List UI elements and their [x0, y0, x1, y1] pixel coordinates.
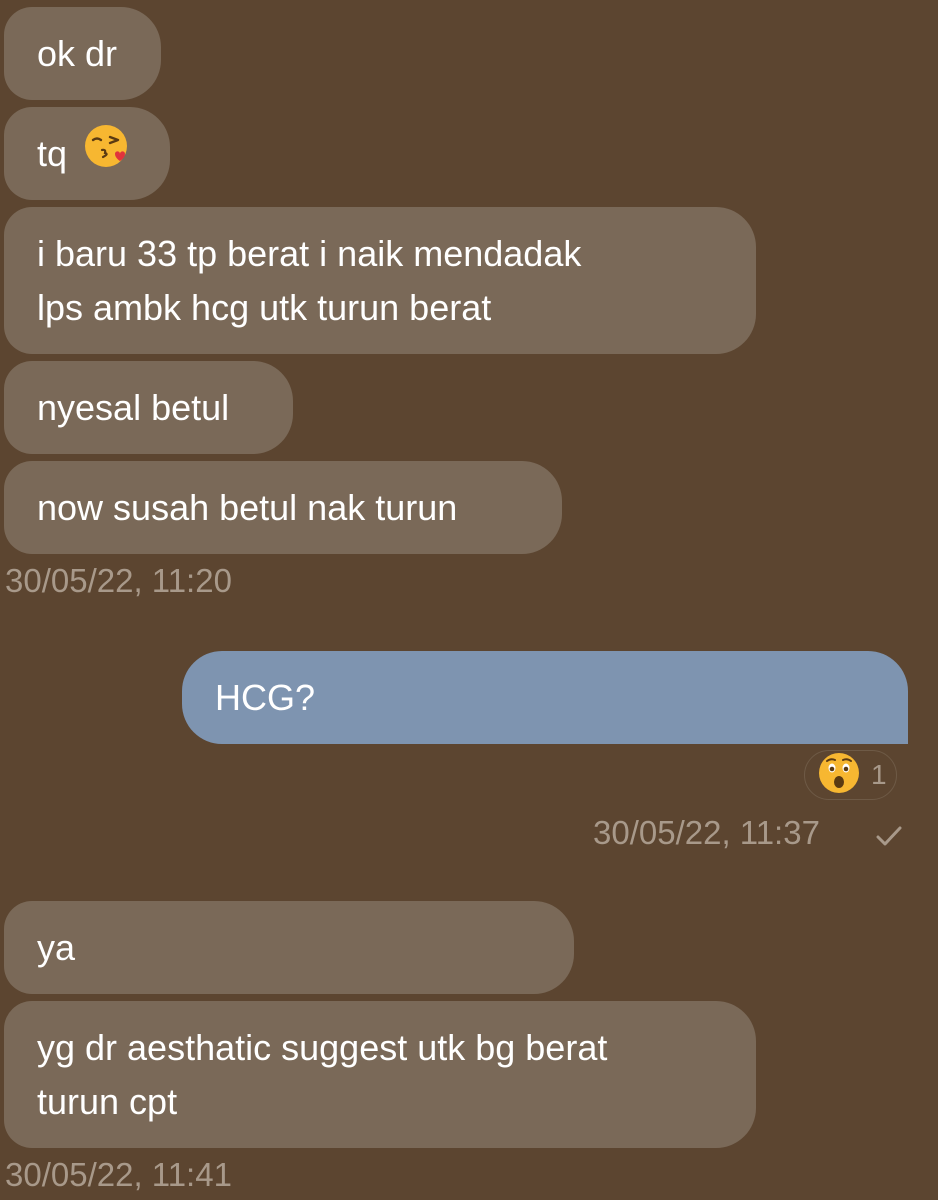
message-bubble[interactable]: ok dr — [4, 7, 161, 100]
message-timestamp: 30/05/22, 11:41 — [5, 1156, 232, 1193]
astonished-face-icon — [817, 751, 861, 800]
message-bubble[interactable]: i baru 33 tp berat i naik mendadak lps a… — [4, 207, 756, 354]
reaction-badge[interactable]: 1 — [804, 750, 897, 800]
message-timestamp: 30/05/22, 11:37 — [593, 814, 820, 851]
message-bubble[interactable]: tq — [4, 107, 170, 200]
message-bubble[interactable]: now susah betul nak turun — [4, 461, 562, 554]
message-bubble[interactable]: yg dr aesthatic suggest utk bg berat tur… — [4, 1001, 756, 1148]
message-text-line: lps ambk hcg utk turun berat — [37, 287, 492, 328]
reaction-count: 1 — [871, 759, 887, 790]
read-check-icon — [873, 820, 905, 857]
message-text: ok dr — [37, 32, 118, 74]
message-text: nyesal betul — [37, 386, 230, 428]
message-bubble[interactable]: ya — [4, 901, 574, 994]
message-timestamp: 30/05/22, 11:20 — [5, 562, 232, 599]
message-bubble[interactable]: nyesal betul — [4, 361, 293, 454]
message-text: now susah betul nak turun — [37, 486, 458, 528]
message-text: HCG? — [215, 676, 316, 718]
message-text-line: i baru 33 tp berat i naik mendadak — [37, 233, 582, 274]
message-text-line: turun cpt — [37, 1081, 178, 1122]
message-text-line: yg dr aesthatic suggest utk bg berat — [37, 1027, 608, 1068]
message-bubble-outgoing[interactable]: HCG? — [182, 651, 908, 744]
message-text: ya — [37, 926, 76, 968]
kissing-heart-emoji-icon — [83, 123, 129, 184]
message-text: tq — [37, 132, 68, 174]
